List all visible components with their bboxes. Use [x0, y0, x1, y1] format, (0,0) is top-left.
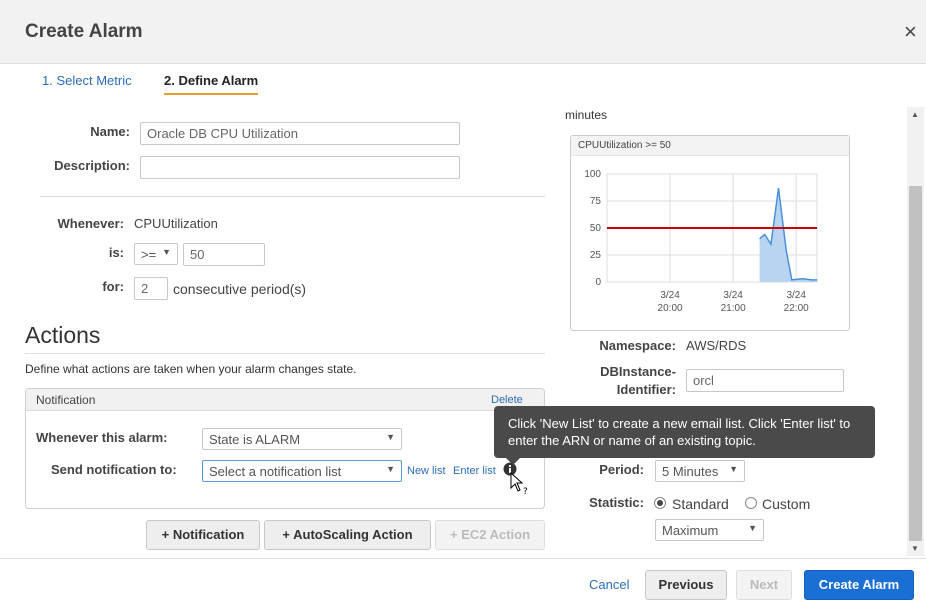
notification-list-select[interactable]: Select a notification list ▼: [202, 460, 402, 482]
chart-plot: 100 75 50 25 0 3/24 20:00 3/24 21:00 3/24 22:00: [584, 169, 818, 314]
mouse-pointer-icon: ?: [510, 472, 528, 496]
chevron-down-icon: ▼: [162, 247, 171, 257]
send-to-label: Send notification to:: [51, 462, 177, 477]
periods-input[interactable]: [134, 277, 168, 300]
description-label: Description:: [54, 158, 130, 173]
notification-header: Notification Delete: [26, 389, 544, 411]
x-tick-time: 21:00: [721, 303, 746, 314]
whenever-label: Whenever:: [57, 216, 124, 231]
dbinstance-input[interactable]: [686, 369, 844, 392]
close-icon[interactable]: ×: [904, 20, 917, 44]
series-area: [759, 188, 817, 282]
chart-title: CPUUtilization >= 50: [571, 136, 849, 156]
x-tick-day: 3/24: [660, 290, 680, 301]
y-tick-label: 75: [590, 196, 602, 207]
previous-button[interactable]: Previous: [645, 570, 727, 600]
namespace-value: AWS/RDS: [686, 338, 747, 353]
statistic-value: Maximum: [662, 523, 719, 538]
dialog-title: Create Alarm: [25, 21, 143, 42]
description-input[interactable]: [140, 156, 460, 179]
y-tick-label: 25: [590, 250, 602, 261]
period-value: 5 Minutes: [662, 464, 719, 479]
dbinstance-label-line1: DBInstance-: [600, 364, 676, 379]
add-autoscaling-button[interactable]: + AutoScaling Action: [264, 520, 431, 550]
tab-select-metric[interactable]: 1. Select Metric: [42, 73, 132, 88]
minutes-label: minutes: [565, 108, 608, 122]
info-tooltip: Click 'New List' to create a new email l…: [494, 406, 875, 465]
alarm-state-value: State is ALARM: [209, 432, 301, 447]
actions-divider: [25, 353, 545, 354]
custom-radio[interactable]: [745, 497, 757, 509]
cancel-link[interactable]: Cancel: [589, 577, 629, 592]
chevron-down-icon: ▼: [729, 464, 738, 474]
for-label: for:: [102, 279, 124, 294]
standard-label: Standard: [672, 496, 729, 512]
scroll-up-icon[interactable]: ▲: [911, 110, 919, 119]
x-tick-time: 20:00: [658, 303, 683, 314]
actions-heading: Actions: [25, 322, 101, 348]
chevron-down-icon: ▼: [748, 523, 757, 533]
alarm-state-select[interactable]: State is ALARM ▼: [202, 428, 402, 450]
svg-text:?: ?: [523, 487, 528, 496]
y-tick-label: 100: [584, 169, 601, 180]
dialog-header: Create Alarm ×: [0, 0, 926, 64]
is-label: is:: [108, 245, 124, 260]
chevron-down-icon: ▼: [386, 432, 395, 442]
y-tick-label: 0: [595, 277, 601, 288]
chevron-down-icon: ▼: [386, 464, 395, 474]
new-list-link[interactable]: New list: [407, 465, 446, 477]
y-tick-label: 50: [590, 223, 602, 234]
whenever-alarm-label: Whenever this alarm:: [36, 430, 168, 445]
create-alarm-button[interactable]: Create Alarm: [804, 570, 914, 600]
statistic-select[interactable]: Maximum ▼: [655, 519, 764, 541]
threshold-input[interactable]: [183, 243, 265, 266]
next-button[interactable]: Next: [736, 570, 792, 600]
scrollbar-thumb[interactable]: [909, 186, 922, 541]
namespace-label: Namespace:: [599, 338, 676, 353]
actions-description: Define what actions are taken when your …: [25, 362, 357, 376]
enter-list-link[interactable]: Enter list: [453, 465, 496, 477]
periods-suffix: consecutive period(s): [173, 281, 307, 297]
name-label: Name:: [90, 124, 130, 139]
add-notification-button[interactable]: + Notification: [146, 520, 260, 550]
notification-panel: Notification Delete Whenever this alarm:…: [25, 388, 545, 509]
notification-list-placeholder: Select a notification list: [209, 464, 342, 479]
name-input[interactable]: [140, 122, 460, 145]
scroll-down-icon[interactable]: ▼: [911, 544, 919, 553]
standard-radio[interactable]: [654, 497, 666, 509]
operator-select[interactable]: >= ▼: [134, 243, 178, 265]
operator-value: >=: [141, 247, 157, 262]
dbinstance-label-line2: Identifier:: [616, 382, 676, 397]
add-ec2-action-button[interactable]: + EC2 Action: [435, 520, 545, 550]
footer-divider: [0, 558, 926, 559]
x-tick-time: 22:00: [784, 303, 809, 314]
period-select[interactable]: 5 Minutes ▼: [655, 460, 745, 482]
tab-define-alarm[interactable]: 2. Define Alarm: [164, 73, 259, 95]
divider: [40, 196, 545, 197]
custom-label: Custom: [762, 496, 811, 512]
dbinstance-label: DBInstance- Identifier:: [580, 363, 676, 399]
delete-link[interactable]: Delete: [491, 394, 523, 406]
statistic-label: Statistic:: [589, 495, 644, 510]
alarm-preview-chart: CPUUtilization >= 50 100 75 50 25 0 3/24 20:00…: [570, 135, 850, 331]
x-tick-day: 3/24: [723, 290, 743, 301]
metric-name: CPUUtilization: [134, 216, 218, 231]
notification-title: Notification: [36, 393, 96, 407]
period-label: Period:: [599, 462, 644, 477]
x-tick-day: 3/24: [786, 290, 806, 301]
